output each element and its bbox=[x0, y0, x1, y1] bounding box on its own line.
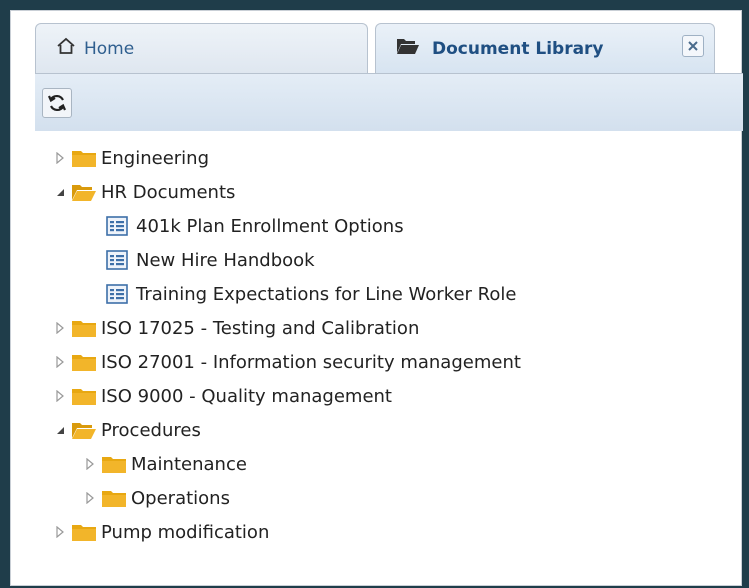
document-icon bbox=[106, 284, 136, 304]
tree-item-label: New Hire Handbook bbox=[136, 249, 315, 271]
collapsed-arrow-icon[interactable] bbox=[55, 322, 71, 334]
tree-item-label: ISO 27001 - Information security managem… bbox=[101, 351, 521, 373]
folder-open-icon bbox=[396, 37, 420, 60]
tree-folder-item[interactable]: ISO 17025 - Testing and Calibration bbox=[55, 313, 419, 343]
refresh-icon bbox=[47, 94, 67, 112]
tree-item-label: Engineering bbox=[101, 147, 209, 169]
collapsed-arrow-icon[interactable] bbox=[55, 356, 71, 368]
collapsed-arrow-icon[interactable] bbox=[85, 492, 101, 504]
tree-item-label: 401k Plan Enrollment Options bbox=[136, 215, 404, 237]
tab-bar: Home Document Library bbox=[11, 11, 741, 75]
folder-icon bbox=[71, 386, 101, 406]
folder-icon bbox=[101, 488, 131, 508]
app-window: Home Document Library Engineering HR Doc… bbox=[10, 10, 743, 586]
collapsed-arrow-icon[interactable] bbox=[85, 458, 101, 470]
folder-icon bbox=[71, 522, 101, 542]
folder-icon bbox=[71, 352, 101, 372]
tab-document-library[interactable]: Document Library bbox=[375, 23, 715, 73]
expanded-arrow-icon[interactable] bbox=[55, 425, 71, 435]
home-icon bbox=[56, 37, 76, 60]
close-tab-button[interactable] bbox=[682, 35, 704, 57]
tree-folder-item[interactable]: ISO 27001 - Information security managem… bbox=[55, 347, 521, 377]
collapsed-arrow-icon[interactable] bbox=[55, 526, 71, 538]
expanded-arrow-icon[interactable] bbox=[55, 187, 71, 197]
tree-folder-item[interactable]: Maintenance bbox=[85, 449, 247, 479]
tree-item-label: ISO 9000 - Quality management bbox=[101, 385, 392, 407]
close-icon bbox=[688, 41, 698, 51]
tree-item-label: Training Expectations for Line Worker Ro… bbox=[136, 283, 517, 305]
tree-document-item[interactable]: 401k Plan Enrollment Options bbox=[106, 211, 404, 241]
tree-item-label: Operations bbox=[131, 487, 230, 509]
tree-item-label: Procedures bbox=[101, 419, 201, 441]
folder-icon bbox=[71, 318, 101, 338]
document-icon bbox=[106, 216, 136, 236]
collapsed-arrow-icon[interactable] bbox=[55, 152, 71, 164]
tree-folder-item[interactable]: Pump modification bbox=[55, 517, 269, 547]
folder-icon bbox=[71, 148, 101, 168]
tree-item-label: Maintenance bbox=[131, 453, 247, 475]
refresh-button[interactable] bbox=[42, 88, 72, 118]
folder-icon bbox=[101, 454, 131, 474]
tab-home[interactable]: Home bbox=[35, 23, 368, 73]
tree-item-label: ISO 17025 - Testing and Calibration bbox=[101, 317, 420, 339]
document-icon bbox=[106, 250, 136, 270]
tab-document-library-label: Document Library bbox=[432, 38, 604, 59]
tab-home-label: Home bbox=[84, 38, 135, 59]
tree-folder-item[interactable]: Operations bbox=[85, 483, 230, 513]
toolbar bbox=[35, 73, 743, 131]
tree-folder-item[interactable]: Engineering bbox=[55, 143, 209, 173]
tree-folder-item[interactable]: Procedures bbox=[55, 415, 201, 445]
tree-folder-item[interactable]: HR Documents bbox=[55, 177, 235, 207]
folder-open-icon bbox=[71, 182, 101, 202]
tree-document-item[interactable]: New Hire Handbook bbox=[106, 245, 315, 275]
collapsed-arrow-icon[interactable] bbox=[55, 390, 71, 402]
tree-document-item[interactable]: Training Expectations for Line Worker Ro… bbox=[106, 279, 516, 309]
tree-folder-item[interactable]: ISO 9000 - Quality management bbox=[55, 381, 392, 411]
tree-item-label: Pump modification bbox=[101, 521, 270, 543]
tree-item-label: HR Documents bbox=[101, 181, 236, 203]
folder-open-icon bbox=[71, 420, 101, 440]
